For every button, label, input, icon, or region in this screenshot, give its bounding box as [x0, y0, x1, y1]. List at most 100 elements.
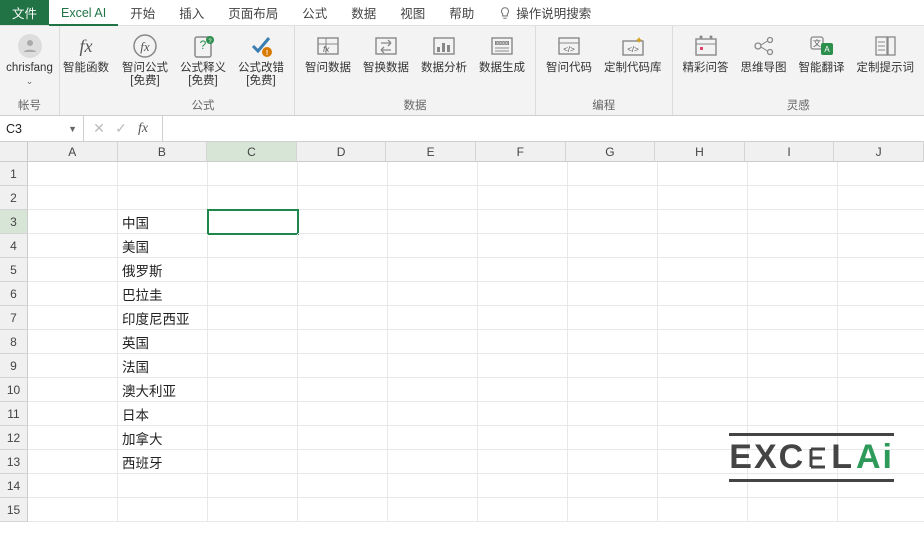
cell[interactable] [118, 186, 208, 210]
ask-code-button[interactable]: </> 智问代码 [540, 28, 598, 75]
cell[interactable] [568, 186, 658, 210]
smart-function-button[interactable]: fx 智能函数 [63, 28, 109, 75]
column-header[interactable]: C [207, 142, 297, 162]
cell[interactable] [298, 450, 388, 474]
cell[interactable] [208, 210, 298, 234]
cell[interactable] [28, 186, 118, 210]
cell[interactable] [388, 450, 478, 474]
cell[interactable] [478, 330, 568, 354]
cell[interactable] [388, 258, 478, 282]
tab-page-layout[interactable]: 页面布局 [216, 0, 290, 25]
custom-prompt-button[interactable]: 定制提示词 [851, 28, 921, 75]
cell[interactable] [838, 282, 924, 306]
cell[interactable] [748, 162, 838, 186]
cell[interactable] [388, 330, 478, 354]
custom-code-lib-button[interactable]: </> 定制代码库 [598, 28, 668, 75]
cell[interactable] [28, 282, 118, 306]
cell[interactable] [28, 162, 118, 186]
cell[interactable]: 西班牙 [118, 450, 208, 474]
ask-formula-button[interactable]: fx 智问公式 [免费] [116, 28, 174, 88]
cell[interactable] [658, 234, 748, 258]
cell[interactable] [568, 450, 658, 474]
cell[interactable] [388, 162, 478, 186]
cell[interactable]: 巴拉圭 [118, 282, 208, 306]
cell[interactable] [298, 186, 388, 210]
cell[interactable] [748, 282, 838, 306]
cell[interactable] [388, 498, 478, 522]
row-header[interactable]: 8 [0, 330, 28, 354]
cell[interactable] [208, 234, 298, 258]
cell[interactable]: 日本 [118, 402, 208, 426]
cell[interactable] [28, 330, 118, 354]
cell[interactable] [28, 354, 118, 378]
column-header[interactable]: H [655, 142, 745, 162]
cell[interactable] [28, 306, 118, 330]
row-header[interactable]: 1 [0, 162, 28, 186]
cell[interactable] [568, 234, 658, 258]
cell[interactable] [388, 378, 478, 402]
fix-formula-button[interactable]: ! 公式改错 [免费] [232, 28, 290, 88]
cell[interactable] [748, 330, 838, 354]
cell[interactable] [478, 450, 568, 474]
cell[interactable] [568, 210, 658, 234]
column-header[interactable]: E [386, 142, 476, 162]
cell[interactable] [208, 282, 298, 306]
cell[interactable] [568, 402, 658, 426]
column-header[interactable]: I [745, 142, 835, 162]
cell[interactable] [748, 306, 838, 330]
cell[interactable] [28, 474, 118, 498]
cell[interactable] [658, 354, 748, 378]
cell[interactable] [838, 402, 924, 426]
cell[interactable] [838, 162, 924, 186]
cell[interactable] [658, 330, 748, 354]
cell[interactable] [838, 330, 924, 354]
accept-formula-icon[interactable]: ✓ [110, 120, 132, 137]
cell[interactable] [748, 498, 838, 522]
row-header[interactable]: 12 [0, 426, 28, 450]
select-all-corner[interactable] [0, 142, 28, 162]
generate-data-button[interactable]: XXXX 数据生成 [473, 28, 531, 75]
cell[interactable] [478, 282, 568, 306]
cell[interactable] [838, 306, 924, 330]
cell[interactable] [388, 282, 478, 306]
cell[interactable] [28, 498, 118, 522]
row-header[interactable]: 14 [0, 474, 28, 498]
cell[interactable] [568, 282, 658, 306]
cell[interactable] [388, 306, 478, 330]
cell[interactable] [478, 234, 568, 258]
cell[interactable] [478, 162, 568, 186]
cell[interactable] [568, 426, 658, 450]
cell[interactable] [208, 498, 298, 522]
cell[interactable]: 俄罗斯 [118, 258, 208, 282]
tab-view[interactable]: 视图 [388, 0, 437, 25]
explain-formula-button[interactable]: ?? 公式释义 [免费] [174, 28, 232, 88]
cell[interactable] [658, 210, 748, 234]
account-button[interactable]: chrisfang⌄ [4, 28, 55, 88]
tab-help[interactable]: 帮助 [437, 0, 486, 25]
row-header[interactable]: 11 [0, 402, 28, 426]
row-header[interactable]: 13 [0, 450, 28, 474]
cell[interactable] [478, 426, 568, 450]
column-header[interactable]: J [834, 142, 924, 162]
cell[interactable] [658, 162, 748, 186]
cell[interactable] [298, 258, 388, 282]
cell[interactable] [658, 282, 748, 306]
tab-excel-ai[interactable]: Excel AI [49, 0, 118, 25]
cell[interactable] [748, 378, 838, 402]
cell[interactable] [208, 402, 298, 426]
mindmap-button[interactable]: 思维导图 [735, 28, 793, 75]
cell[interactable] [658, 402, 748, 426]
cell[interactable] [208, 474, 298, 498]
cell[interactable] [748, 402, 838, 426]
cell[interactable] [748, 258, 838, 282]
cell[interactable] [298, 234, 388, 258]
cell[interactable] [118, 162, 208, 186]
cell[interactable] [388, 186, 478, 210]
cell[interactable] [478, 402, 568, 426]
cell[interactable]: 英国 [118, 330, 208, 354]
cell[interactable] [568, 474, 658, 498]
cell[interactable] [478, 186, 568, 210]
cell[interactable] [388, 402, 478, 426]
cell[interactable] [388, 354, 478, 378]
cell[interactable] [298, 474, 388, 498]
